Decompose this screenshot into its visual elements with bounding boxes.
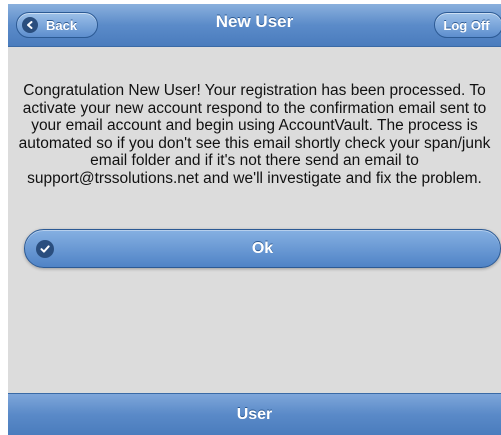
- ok-button-label: Ok: [251, 239, 274, 257]
- checkmark-icon: [36, 240, 54, 258]
- registration-message: Congratulation New User! Your registrati…: [18, 82, 491, 187]
- header-bar: Back New User Log Off: [8, 4, 501, 47]
- page-title: New User: [215, 12, 294, 31]
- ok-button[interactable]: Ok: [24, 229, 501, 268]
- footer-label: User: [236, 405, 273, 423]
- log-off-button[interactable]: Log Off: [434, 12, 501, 38]
- log-off-button-label: Log Off: [443, 17, 490, 33]
- footer-tab-user[interactable]: User: [8, 393, 501, 435]
- content-area: Congratulation New User! Your registrati…: [8, 47, 501, 393]
